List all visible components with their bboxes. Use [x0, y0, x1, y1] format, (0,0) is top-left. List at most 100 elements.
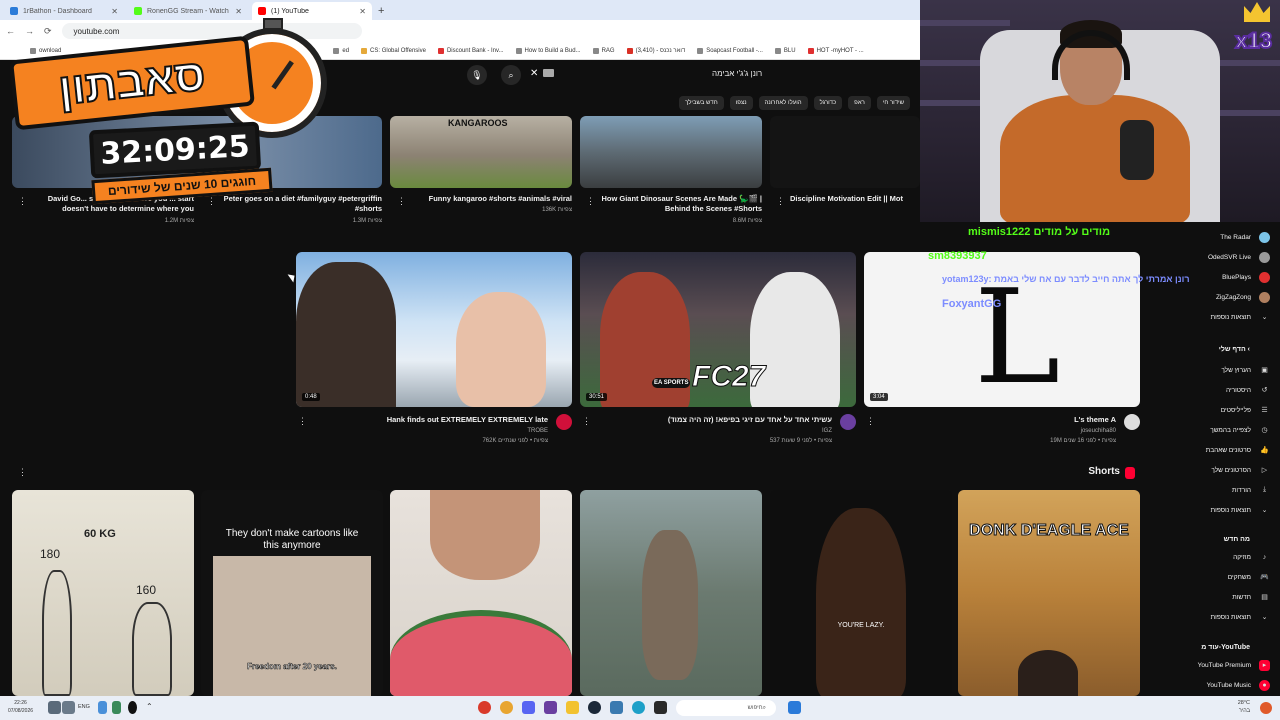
- tray-icon[interactable]: [62, 701, 75, 714]
- sidebar-item[interactable]: הורדות ⤓: [1158, 482, 1270, 498]
- clear-search-icon[interactable]: ✕: [530, 68, 538, 79]
- bookmark[interactable]: HOT -myHOT - ...: [807, 47, 864, 54]
- channel-name[interactable]: TROBE: [320, 428, 548, 434]
- video-title[interactable]: Discipline Motivation Edit || Mot: [790, 194, 920, 204]
- bookmark[interactable]: ed: [333, 47, 349, 54]
- short-thumbnail[interactable]: [390, 490, 572, 696]
- sidebar-item[interactable]: YouTube Music ●: [1158, 677, 1270, 693]
- notification-icon[interactable]: [1260, 702, 1272, 714]
- video-meta: 1.2M צפיות: [164, 218, 194, 224]
- video-thumbnail[interactable]: [770, 116, 920, 188]
- mic-icon[interactable]: 🎙: [467, 65, 487, 85]
- chevron-up-icon[interactable]: ⌃: [146, 702, 153, 711]
- app-icon[interactable]: [610, 701, 623, 714]
- sidebar-item[interactable]: פלייליסטים ☰: [1158, 402, 1270, 418]
- keyboard-icon[interactable]: [543, 69, 554, 77]
- taskbar-clock[interactable]: 22:26 07/08/2026: [8, 699, 33, 715]
- app-icon[interactable]: [654, 701, 667, 714]
- bookmark[interactable]: Discount Bank - Inv...: [437, 47, 504, 54]
- bookmark-icon: [592, 47, 599, 54]
- language-indicator[interactable]: ENG: [78, 704, 90, 710]
- video-thumbnail[interactable]: KANGAROOS: [390, 116, 572, 188]
- chrome-icon[interactable]: [500, 701, 513, 714]
- short-thumbnail[interactable]: 60 KG 180 160: [12, 490, 194, 696]
- sidebar-more[interactable]: תוצאות נוספות ⌄: [1158, 609, 1270, 625]
- more-icon[interactable]: ⋮: [298, 416, 307, 427]
- app-icon[interactable]: [566, 701, 579, 714]
- search-icon[interactable]: ⌕: [501, 65, 521, 85]
- video-thumbnail[interactable]: FC27 EA SPORTS 30:51: [580, 252, 856, 407]
- chip[interactable]: ראפ: [848, 96, 871, 110]
- sidebar-more[interactable]: תוצאות נוספות ⌄: [1158, 309, 1270, 325]
- video-title[interactable]: L's theme A: [900, 415, 1116, 425]
- chip[interactable]: שידור חי: [876, 96, 910, 110]
- weather-widget[interactable]: 28°C בהיר: [1238, 699, 1250, 715]
- channel-name[interactable]: joseuchiha80: [900, 428, 1116, 434]
- mic-tray-icon[interactable]: [98, 701, 107, 714]
- sidebar-item[interactable]: חדשות ▤: [1158, 589, 1270, 605]
- chip[interactable]: נצפו: [729, 96, 753, 110]
- sidebar-item[interactable]: הסרטונים שלך ▷: [1158, 462, 1270, 478]
- new-tab-icon[interactable]: +: [378, 2, 384, 20]
- video-title[interactable]: Funny kangaroo #shorts #animals #viral: [410, 194, 572, 204]
- video-title[interactable]: Hank finds out EXTREMELY EXTREMELY late: [320, 415, 548, 425]
- app-icon[interactable]: [544, 701, 557, 714]
- sidebar-item[interactable]: הערוץ שלך ▣: [1158, 362, 1270, 378]
- windows-start-icon[interactable]: [788, 701, 801, 714]
- video-duration: 30:51: [586, 393, 608, 401]
- more-icon[interactable]: ⋮: [582, 416, 591, 427]
- chip[interactable]: הועלו לאחרונה: [758, 96, 808, 110]
- tray-icon[interactable]: [48, 701, 61, 714]
- video-meta: 1.3M צפיות: [352, 218, 382, 224]
- more-icon[interactable]: ⋮: [866, 416, 875, 427]
- bookmark[interactable]: Soapcast Football -...: [697, 47, 763, 54]
- video-title[interactable]: עשיתי אחד על אחד עם זיגי בפיפא! (זה היה …: [600, 415, 832, 425]
- app-icon[interactable]: [478, 701, 491, 714]
- chip[interactable]: כדורגל: [813, 96, 843, 110]
- bookmark[interactable]: CS: Global Offensive: [361, 47, 426, 54]
- sidebar-section-you[interactable]: הדף שלי ‹: [1219, 346, 1250, 353]
- sidebar-sub-item[interactable]: OdedSVR Live: [1158, 249, 1270, 265]
- shorts-more-icon[interactable]: ⋮: [18, 467, 27, 478]
- sidebar-more[interactable]: תוצאות נוספות ⌄: [1158, 502, 1270, 518]
- chip[interactable]: חדש בשבילך: [679, 96, 724, 110]
- short-thumbnail[interactable]: [580, 490, 762, 696]
- video-duration: 3:04: [870, 393, 888, 401]
- search-input[interactable]: רונן ג'ג'י אבימה: [712, 69, 762, 78]
- channel-name[interactable]: IGZ: [600, 428, 832, 434]
- short-thumbnail[interactable]: They don't make cartoons like this anymo…: [201, 490, 383, 696]
- person-shape: [1018, 650, 1078, 696]
- short-thumbnail[interactable]: DONK D'EAGLE ACE: [958, 490, 1140, 696]
- bookmark[interactable]: (3,410) - דואר נכנס: [626, 47, 685, 54]
- channel-avatar[interactable]: [1124, 414, 1140, 430]
- person-shape: [430, 490, 540, 580]
- tray-icon[interactable]: [112, 701, 121, 714]
- video-thumbnail[interactable]: 0:48: [296, 252, 572, 407]
- bookmark[interactable]: How to Build a Bud...: [515, 47, 581, 54]
- sidebar-item[interactable]: לצפייה בהמשך ◷: [1158, 422, 1270, 438]
- bookmark[interactable]: BLU: [774, 47, 796, 54]
- sidebar-sub-item[interactable]: ZigZagZong: [1158, 289, 1270, 305]
- channel-avatar[interactable]: [840, 414, 856, 430]
- sidebar-sub-item[interactable]: The Radar: [1158, 229, 1270, 245]
- discord-icon[interactable]: [522, 701, 535, 714]
- more-icon[interactable]: ⋮: [586, 196, 595, 207]
- sidebar-item[interactable]: מוזיקה ♪: [1158, 549, 1270, 565]
- more-icon[interactable]: ⋮: [397, 196, 406, 207]
- taskbar-search[interactable]: חיפוש ⌕: [676, 700, 776, 716]
- edge-icon[interactable]: [632, 701, 645, 714]
- close-icon[interactable]: ✕: [359, 7, 366, 16]
- video-thumbnail[interactable]: [580, 116, 762, 188]
- steam-icon[interactable]: [588, 701, 601, 714]
- sidebar-item[interactable]: היסטוריה ↺: [1158, 382, 1270, 398]
- bookmark[interactable]: RAG: [592, 47, 615, 54]
- more-icon[interactable]: ⋮: [776, 196, 785, 207]
- video-title[interactable]: How Giant Dinosaur Scenes Are Made 🦕🎬 | …: [598, 194, 762, 214]
- person-shape: [456, 292, 546, 407]
- sidebar-item[interactable]: YouTube Premium ▸: [1158, 657, 1270, 673]
- sidebar-item[interactable]: סרטונים שאהבת 👍: [1158, 442, 1270, 458]
- sidebar-item[interactable]: משחקים 🎮: [1158, 569, 1270, 585]
- tray-icon[interactable]: [128, 701, 137, 714]
- short-thumbnail[interactable]: YOU'RE LAZY.: [770, 490, 952, 696]
- channel-avatar[interactable]: [556, 414, 572, 430]
